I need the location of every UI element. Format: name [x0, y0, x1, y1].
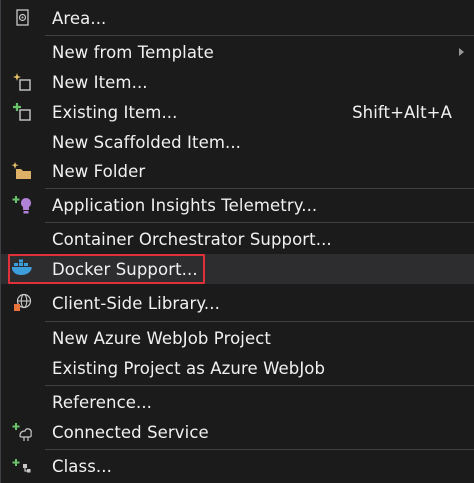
menu-separator [45, 321, 474, 322]
menu-item-label: Connected Service [52, 422, 209, 442]
menu-item-new-folder[interactable]: New Folder [1, 156, 474, 186]
menu-item-client-side-library[interactable]: Client-Side Library... [1, 288, 474, 318]
existing-item-icon [11, 102, 33, 122]
menu-item-area[interactable]: Area... [1, 3, 474, 33]
class-icon [11, 456, 33, 476]
menu-item-existing-item[interactable]: Existing Item... Shift+Alt+A [1, 97, 474, 127]
menu-item-class[interactable]: Class... [1, 451, 474, 481]
highlight-outline [8, 254, 205, 284]
menu-item-new-from-template[interactable]: New from Template [1, 37, 474, 67]
connected-service-icon [11, 422, 33, 442]
app-insights-icon [11, 195, 33, 215]
menu-separator [45, 385, 474, 386]
menu-item-label: New Item... [52, 72, 148, 92]
menu-item-new-item[interactable]: New Item... [1, 67, 474, 97]
menu-item-new-azure-webjob-project[interactable]: New Azure WebJob Project [1, 323, 474, 353]
new-folder-icon [11, 161, 33, 181]
menu-item-label: Class... [52, 456, 112, 476]
client-library-icon [11, 293, 33, 313]
menu-separator [45, 222, 474, 223]
menu-item-container-orchestrator-support[interactable]: Container Orchestrator Support... [1, 224, 474, 254]
menu-separator [45, 35, 474, 36]
menu-item-label: New from Template [52, 42, 214, 62]
menu-item-label: New Folder [52, 161, 146, 181]
submenu-arrow-icon [459, 48, 464, 56]
menu-separator [45, 449, 474, 450]
context-menu-add: Area... New from Template New Item... Ex… [0, 0, 474, 483]
new-item-icon [11, 72, 33, 92]
menu-item-shortcut: Shift+Alt+A [352, 102, 452, 122]
menu-item-new-scaffolded-item[interactable]: New Scaffolded Item... [1, 127, 474, 157]
menu-item-label: Container Orchestrator Support... [52, 229, 332, 249]
menu-item-label: Area... [52, 8, 107, 28]
menu-item-label: Application Insights Telemetry... [52, 195, 318, 215]
menu-item-application-insights[interactable]: Application Insights Telemetry... [1, 190, 474, 220]
menu-item-label: Existing Item... [52, 102, 178, 122]
menu-separator [45, 188, 474, 189]
menu-item-connected-service[interactable]: Connected Service [1, 417, 474, 447]
menu-item-reference[interactable]: Reference... [1, 387, 474, 417]
menu-item-label: Existing Project as Azure WebJob [52, 358, 326, 378]
menu-item-label: New Scaffolded Item... [52, 132, 242, 152]
menu-item-label: Client-Side Library... [52, 293, 220, 313]
menu-item-label: Reference... [52, 392, 153, 412]
area-icon [11, 8, 33, 28]
menu-item-label: New Azure WebJob Project [52, 328, 271, 348]
menu-item-existing-project-as-webjob[interactable]: Existing Project as Azure WebJob [1, 353, 474, 383]
